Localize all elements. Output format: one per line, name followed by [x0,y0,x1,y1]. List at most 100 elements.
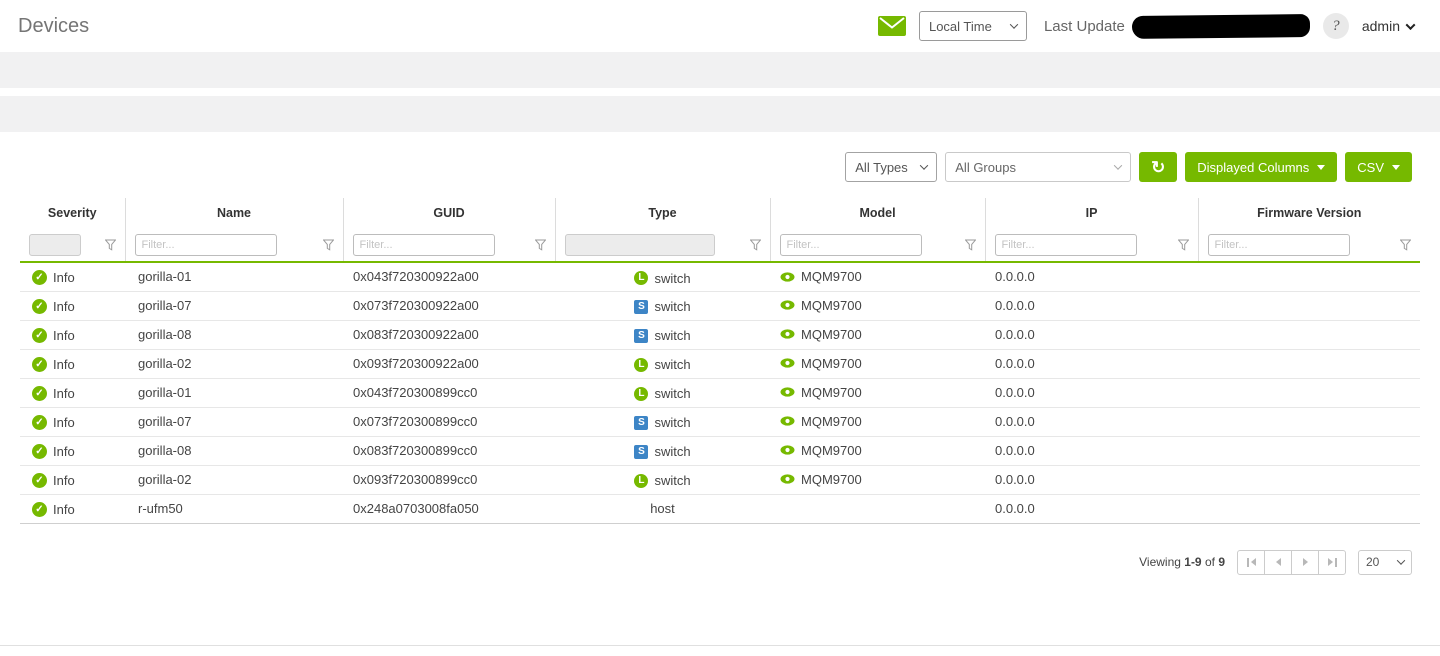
device-name: gorilla-01 [125,378,343,407]
mail-icon[interactable] [878,16,906,36]
filter-funnel-icon[interactable] [1400,239,1411,251]
device-guid: 0x093f720300899cc0 [343,465,555,494]
guid-filter-input[interactable] [353,234,495,256]
severity-label: Info [53,328,75,343]
device-ip: 0.0.0.0 [985,436,1198,465]
chevron-down-icon [1397,556,1405,564]
name-filter-input[interactable] [135,234,277,256]
device-name: gorilla-08 [125,320,343,349]
toolbar-strip-1 [0,52,1440,88]
caret-down-icon [1392,165,1400,170]
displayed-columns-label: Displayed Columns [1197,160,1309,175]
first-page-button[interactable] [1237,550,1265,575]
table-row[interactable]: ✓ Info r-ufm50 0x248a0703008fa050 host 0… [20,494,1420,523]
severity-label: Info [53,473,75,488]
displayed-columns-button[interactable]: Displayed Columns [1185,152,1337,182]
severity-label: Info [53,357,75,372]
severity-filter-box[interactable] [29,234,81,256]
device-guid: 0x093f720300922a00 [343,349,555,378]
pagination: Viewing 1-9 of 9 20 [0,550,1440,575]
column-header-type[interactable]: Type [555,198,770,228]
device-firmware [1198,378,1420,407]
severity-ok-icon: ✓ [32,473,47,488]
type-badge: L [634,474,648,488]
column-header-firmware[interactable]: Firmware Version [1198,198,1420,228]
nvidia-logo-icon [780,387,795,397]
group-filter-value: All Groups [955,160,1016,175]
filter-funnel-icon[interactable] [750,239,761,251]
filter-funnel-icon[interactable] [965,239,976,251]
chevron-down-icon [1114,161,1122,169]
device-name: gorilla-02 [125,465,343,494]
table-row[interactable]: ✓ Info gorilla-02 0x093f720300922a00 L s… [20,349,1420,378]
device-type: switch [654,357,690,372]
table-filter-row [20,228,1420,262]
severity-ok-icon: ✓ [32,357,47,372]
column-header-severity[interactable]: Severity [20,198,125,228]
viewing-range: 1-9 [1184,555,1201,569]
nvidia-logo-icon [780,300,795,310]
device-firmware [1198,262,1420,291]
table-row[interactable]: ✓ Info gorilla-02 0x093f720300899cc0 L s… [20,465,1420,494]
filter-funnel-icon[interactable] [1178,239,1189,251]
firmware-filter-input[interactable] [1208,234,1350,256]
csv-button[interactable]: CSV [1345,152,1412,182]
refresh-button[interactable]: ↻ [1139,152,1177,182]
header-actions: Local Time Last Update ? admin [878,11,1414,41]
column-header-model[interactable]: Model [770,198,985,228]
type-badge: S [634,300,648,314]
device-guid: 0x083f720300899cc0 [343,436,555,465]
severity-ok-icon: ✓ [32,444,47,459]
table-row[interactable]: ✓ Info gorilla-08 0x083f720300922a00 S s… [20,320,1420,349]
type-badge: S [634,416,648,430]
pagination-summary: Viewing 1-9 of 9 [1139,555,1225,569]
column-header-ip[interactable]: IP [985,198,1198,228]
severity-ok-icon: ✓ [32,386,47,401]
table-row[interactable]: ✓ Info gorilla-07 0x073f720300899cc0 S s… [20,407,1420,436]
table-header-row: Severity Name GUID Type Model IP Firmwar… [20,198,1420,228]
filter-funnel-icon[interactable] [323,239,334,251]
device-model: MQM9700 [801,356,862,371]
toolbar-strip-2 [0,96,1440,132]
nvidia-logo-icon [780,445,795,455]
device-guid: 0x073f720300922a00 [343,291,555,320]
device-model: MQM9700 [801,327,862,342]
type-filter-box[interactable] [565,234,715,256]
column-header-guid[interactable]: GUID [343,198,555,228]
page-size-select[interactable]: 20 [1358,550,1412,575]
device-name: gorilla-01 [125,262,343,291]
help-icon[interactable]: ? [1323,13,1349,39]
device-model: MQM9700 [801,443,862,458]
device-firmware [1198,494,1420,523]
prev-page-button[interactable] [1264,550,1292,575]
filter-funnel-icon[interactable] [105,239,116,251]
ip-filter-input[interactable] [995,234,1137,256]
device-guid: 0x043f720300899cc0 [343,378,555,407]
next-page-icon [1303,558,1308,566]
next-page-button[interactable] [1291,550,1319,575]
refresh-icon: ↻ [1151,159,1165,176]
viewing-label: Viewing [1139,555,1181,569]
device-name: gorilla-07 [125,407,343,436]
table-row[interactable]: ✓ Info gorilla-08 0x083f720300899cc0 S s… [20,436,1420,465]
type-filter-value: All Types [855,160,908,175]
timezone-select[interactable]: Local Time [919,11,1027,41]
device-firmware [1198,291,1420,320]
last-page-button[interactable] [1318,550,1346,575]
table-row[interactable]: ✓ Info gorilla-07 0x073f720300922a00 S s… [20,291,1420,320]
device-type: switch [654,473,690,488]
table-row[interactable]: ✓ Info gorilla-01 0x043f720300922a00 L s… [20,262,1420,291]
user-menu[interactable]: admin [1362,18,1414,34]
model-filter-input[interactable] [780,234,922,256]
filter-funnel-icon[interactable] [535,239,546,251]
type-badge: L [634,271,648,285]
column-header-name[interactable]: Name [125,198,343,228]
timezone-value: Local Time [929,19,992,34]
table-row[interactable]: ✓ Info gorilla-01 0x043f720300899cc0 L s… [20,378,1420,407]
device-name: gorilla-08 [125,436,343,465]
type-filter-select[interactable]: All Types [845,152,937,182]
group-filter-select[interactable]: All Groups [945,152,1131,182]
device-name: r-ufm50 [125,494,343,523]
device-firmware [1198,465,1420,494]
device-ip: 0.0.0.0 [985,378,1198,407]
